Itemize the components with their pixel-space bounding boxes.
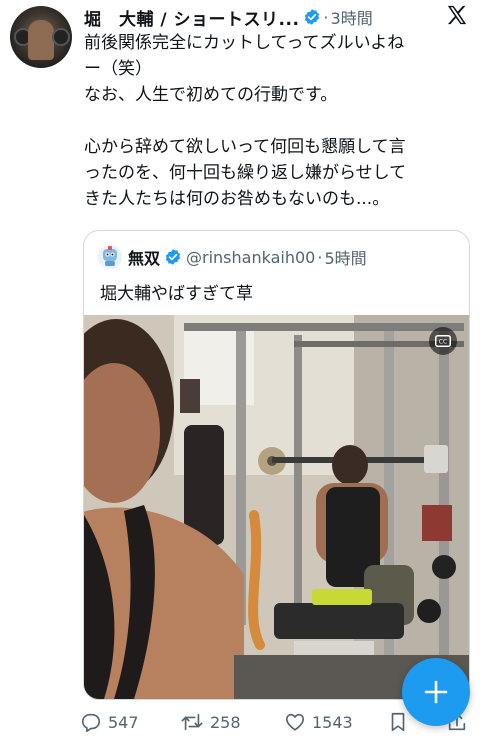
like-button[interactable]: 1543 <box>284 706 353 738</box>
plus-icon <box>424 680 448 704</box>
author-avatar[interactable] <box>10 6 72 68</box>
like-count: 1543 <box>312 712 353 732</box>
x-logo-icon[interactable] <box>446 4 468 26</box>
tweet: 堀 大輔 / ショートスリ... · 3時間 前後関係完全にカットしてってズルい… <box>0 0 480 740</box>
closed-captions-icon[interactable]: CC <box>429 327 457 355</box>
heart-icon <box>285 713 305 731</box>
quoted-tweet-header: 無双 @rinshankaih00 · 5時間 <box>98 245 459 269</box>
reply-icon <box>81 713 101 732</box>
reply-count: 547 <box>108 712 139 732</box>
quoted-tweet[interactable]: 無双 @rinshankaih00 · 5時間 堀大輔やばすぎて草 CC <box>83 230 470 700</box>
retweet-button[interactable]: 258 <box>180 706 241 738</box>
compose-button[interactable] <box>402 658 470 726</box>
verified-badge-icon <box>305 9 320 25</box>
quoted-tweet-time: 5時間 <box>324 249 367 268</box>
quoted-author-avatar[interactable] <box>98 245 122 269</box>
tweet-text: 前後関係完全にカットしてってズルいよね ー（笑） なお、人生で初めての行動です。… <box>84 33 407 209</box>
video-frame <box>84 315 469 699</box>
tweet-header: 堀 大輔 / ショートスリ... · 3時間 <box>84 4 468 30</box>
retweet-count: 258 <box>210 712 241 732</box>
author-name[interactable]: 堀 大輔 / ショートスリ... <box>84 5 299 30</box>
bookmark-icon <box>391 712 405 732</box>
retweet-icon <box>181 713 203 731</box>
quoted-author-handle[interactable]: @rinshankaih00 <box>186 248 315 267</box>
quoted-author-name[interactable]: 無双 <box>128 245 160 269</box>
quoted-tweet-text: 堀大輔やばすぎて草 <box>100 284 253 304</box>
reply-button[interactable]: 547 <box>80 706 139 738</box>
verified-badge-icon <box>165 249 181 265</box>
svg-text:CC: CC <box>439 338 447 345</box>
tweet-time[interactable]: 3時間 <box>331 5 373 29</box>
video-player[interactable]: CC <box>84 315 469 699</box>
